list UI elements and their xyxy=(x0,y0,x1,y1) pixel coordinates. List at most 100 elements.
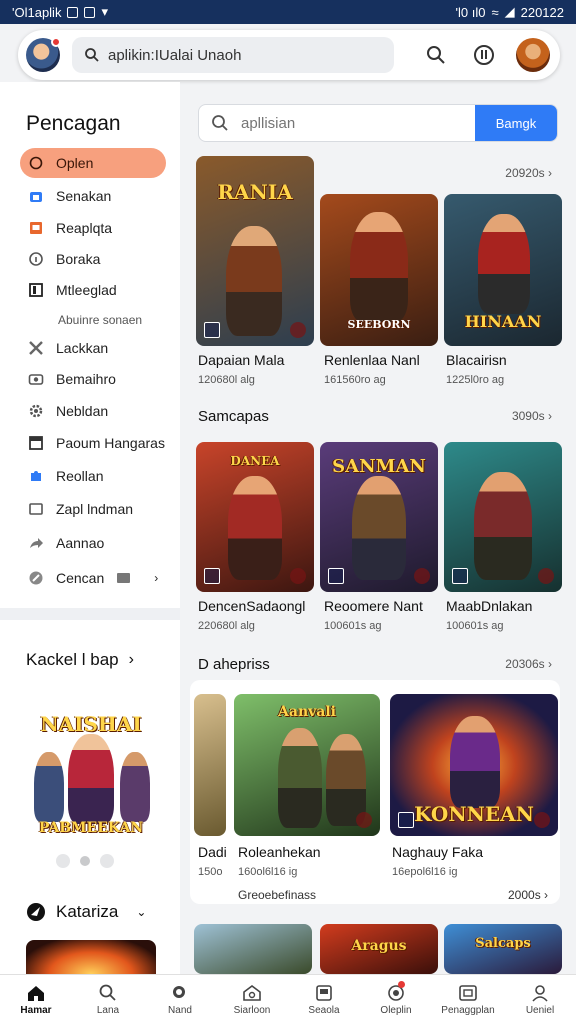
main-search-bar: Bamgk xyxy=(198,104,558,142)
hero-figure xyxy=(478,214,530,314)
avatar[interactable] xyxy=(26,37,61,72)
game-title: Dapaian Mala xyxy=(198,352,285,368)
search-icon xyxy=(99,984,116,1001)
sidebar-item-bemaihro[interactable]: Bemaihro xyxy=(20,364,166,394)
hero-figure xyxy=(278,728,322,828)
nav-siarloon[interactable]: Siarloon xyxy=(216,975,288,1024)
chevron-right-icon: › xyxy=(154,571,159,585)
hero-figure xyxy=(68,734,114,824)
chevron-right-icon: › xyxy=(128,651,134,668)
hero-figure xyxy=(120,752,150,822)
badge-icon xyxy=(204,322,220,338)
game-card[interactable] xyxy=(194,924,312,974)
hero-figure xyxy=(352,476,406,580)
game-card[interactable]: SEEBORN xyxy=(320,194,438,346)
game-meta: 161560ro ag xyxy=(324,374,386,386)
sidebar-item-reollan[interactable]: Reollan xyxy=(20,461,166,491)
game-card[interactable]: Salcaps xyxy=(444,924,562,974)
panel-footer-more[interactable]: 2000s › xyxy=(508,888,548,902)
game-art xyxy=(444,442,562,592)
sidebar-item-cencan[interactable]: Cencan › xyxy=(20,563,166,593)
share-icon xyxy=(30,538,43,548)
carousel-dots[interactable] xyxy=(56,854,114,868)
search-icon xyxy=(427,46,445,64)
sidebar-item-paoum-hangaras[interactable]: Paoum Hangaras xyxy=(20,428,166,458)
sidebar-item-label: Reaplqta xyxy=(56,220,113,236)
rating-icon xyxy=(290,322,306,338)
nav-oleplin[interactable]: Oleplin xyxy=(360,975,432,1024)
game-icon xyxy=(316,984,332,1001)
section-title: Samcapas xyxy=(198,408,269,425)
notification-icon xyxy=(67,6,79,18)
game-art: Aragus xyxy=(320,924,438,974)
game-card[interactable]: Aanvali xyxy=(234,694,380,836)
carousel-dot[interactable] xyxy=(80,856,90,866)
section-more-link[interactable]: 20306s › xyxy=(505,657,552,671)
sidebar-item-oplen[interactable]: Oplen xyxy=(20,148,166,178)
promo-card[interactable]: NAISHAI PABMEEKAN xyxy=(26,694,156,846)
badge-icon xyxy=(204,568,220,584)
nav-seaola[interactable]: Seaola xyxy=(288,975,360,1024)
section-kackel[interactable]: Kackel l bap › xyxy=(26,650,134,670)
carousel-dot[interactable] xyxy=(56,854,70,868)
game-card[interactable]: RANIA xyxy=(196,156,314,346)
game-art-title: Aanvali xyxy=(278,704,336,720)
sidebar-item-zapl-indman[interactable]: Zapl lndman xyxy=(20,494,166,524)
search-submit-button[interactable]: Bamgk xyxy=(475,105,557,141)
sidebar-item-mtleeglad[interactable]: Mtleeglad xyxy=(20,275,166,305)
badge-icon xyxy=(398,812,414,828)
status-right-text: 'l0 ıl0 xyxy=(455,4,486,20)
sidebar-item-reaplqta[interactable]: Reaplqta xyxy=(20,213,166,243)
sidebar-divider xyxy=(0,608,180,620)
nav-home[interactable]: Hamar xyxy=(0,975,72,1024)
top-search-field[interactable] xyxy=(72,37,394,73)
status-bar: 'Ol1aplik ▾ 'l0 ıl0 ≈ ◢ 220122 xyxy=(0,0,576,24)
game-art: DANEA xyxy=(196,442,314,592)
sidebar-title: Pencagan xyxy=(26,112,121,135)
notification-dot xyxy=(398,981,405,988)
category-card[interactable] xyxy=(26,940,156,974)
main-content: Bamgk 20920s › RANIA SEEBORN HINAAN Dapa… xyxy=(182,82,576,974)
search-button[interactable] xyxy=(420,39,452,71)
main-search-input[interactable] xyxy=(241,114,441,132)
sidebar-item-aannao[interactable]: Aannao xyxy=(20,528,166,558)
sidebar-item-senakan[interactable]: Senakan xyxy=(20,181,166,211)
nav-profile[interactable]: Ueniel xyxy=(504,975,576,1024)
section-more-link[interactable]: 20920s › xyxy=(505,166,552,180)
notification-dot xyxy=(51,37,61,47)
notifications-button[interactable] xyxy=(468,39,500,71)
sidebar-item-lackkan[interactable]: Lackkan xyxy=(20,333,166,363)
sidebar-item-boraka[interactable]: Boraka xyxy=(20,244,166,274)
game-card[interactable]: HINAAN xyxy=(444,194,562,346)
logo-icon xyxy=(27,903,45,921)
sidebar-item-nebldan[interactable]: Nebldan xyxy=(20,396,166,426)
game-card[interactable]: Aragus xyxy=(320,924,438,974)
nav-penaggplan[interactable]: Penaggplan xyxy=(432,975,504,1024)
window-icon xyxy=(29,503,43,515)
game-art: Salcaps xyxy=(444,924,562,974)
nav-search[interactable]: Lana xyxy=(72,975,144,1024)
top-search-input[interactable] xyxy=(108,46,378,64)
box-icon xyxy=(30,222,42,234)
carousel-dot[interactable] xyxy=(100,854,114,868)
game-title: Renlenlaa Nanl xyxy=(324,352,420,368)
signal-icon: ◢ xyxy=(504,4,515,19)
game-card[interactable] xyxy=(444,442,562,592)
section-katariza[interactable]: Katariza ⌄ xyxy=(26,902,146,922)
section-more-link[interactable]: 3090s › xyxy=(512,409,552,423)
profile-avatar[interactable] xyxy=(516,38,550,72)
hero-figure xyxy=(474,472,532,580)
game-card[interactable]: KONNEAN xyxy=(390,694,558,836)
sidebar-item-label: Cencan xyxy=(56,570,105,586)
game-card[interactable]: SANMAN xyxy=(320,442,438,592)
hero-figure xyxy=(34,752,64,822)
game-art-title: RANIA xyxy=(217,180,293,204)
game-meta: 100601s ag xyxy=(446,620,504,632)
game-card[interactable] xyxy=(194,694,226,836)
sidebar-item-label: Mtleeglad xyxy=(56,282,117,298)
game-art xyxy=(194,924,312,974)
sidebar-item-label: Nebldan xyxy=(56,403,109,419)
game-card[interactable]: DANEA xyxy=(196,442,314,592)
nav-nand[interactable]: Nand xyxy=(144,975,216,1024)
game-art-title: KONNEAN xyxy=(414,802,534,826)
